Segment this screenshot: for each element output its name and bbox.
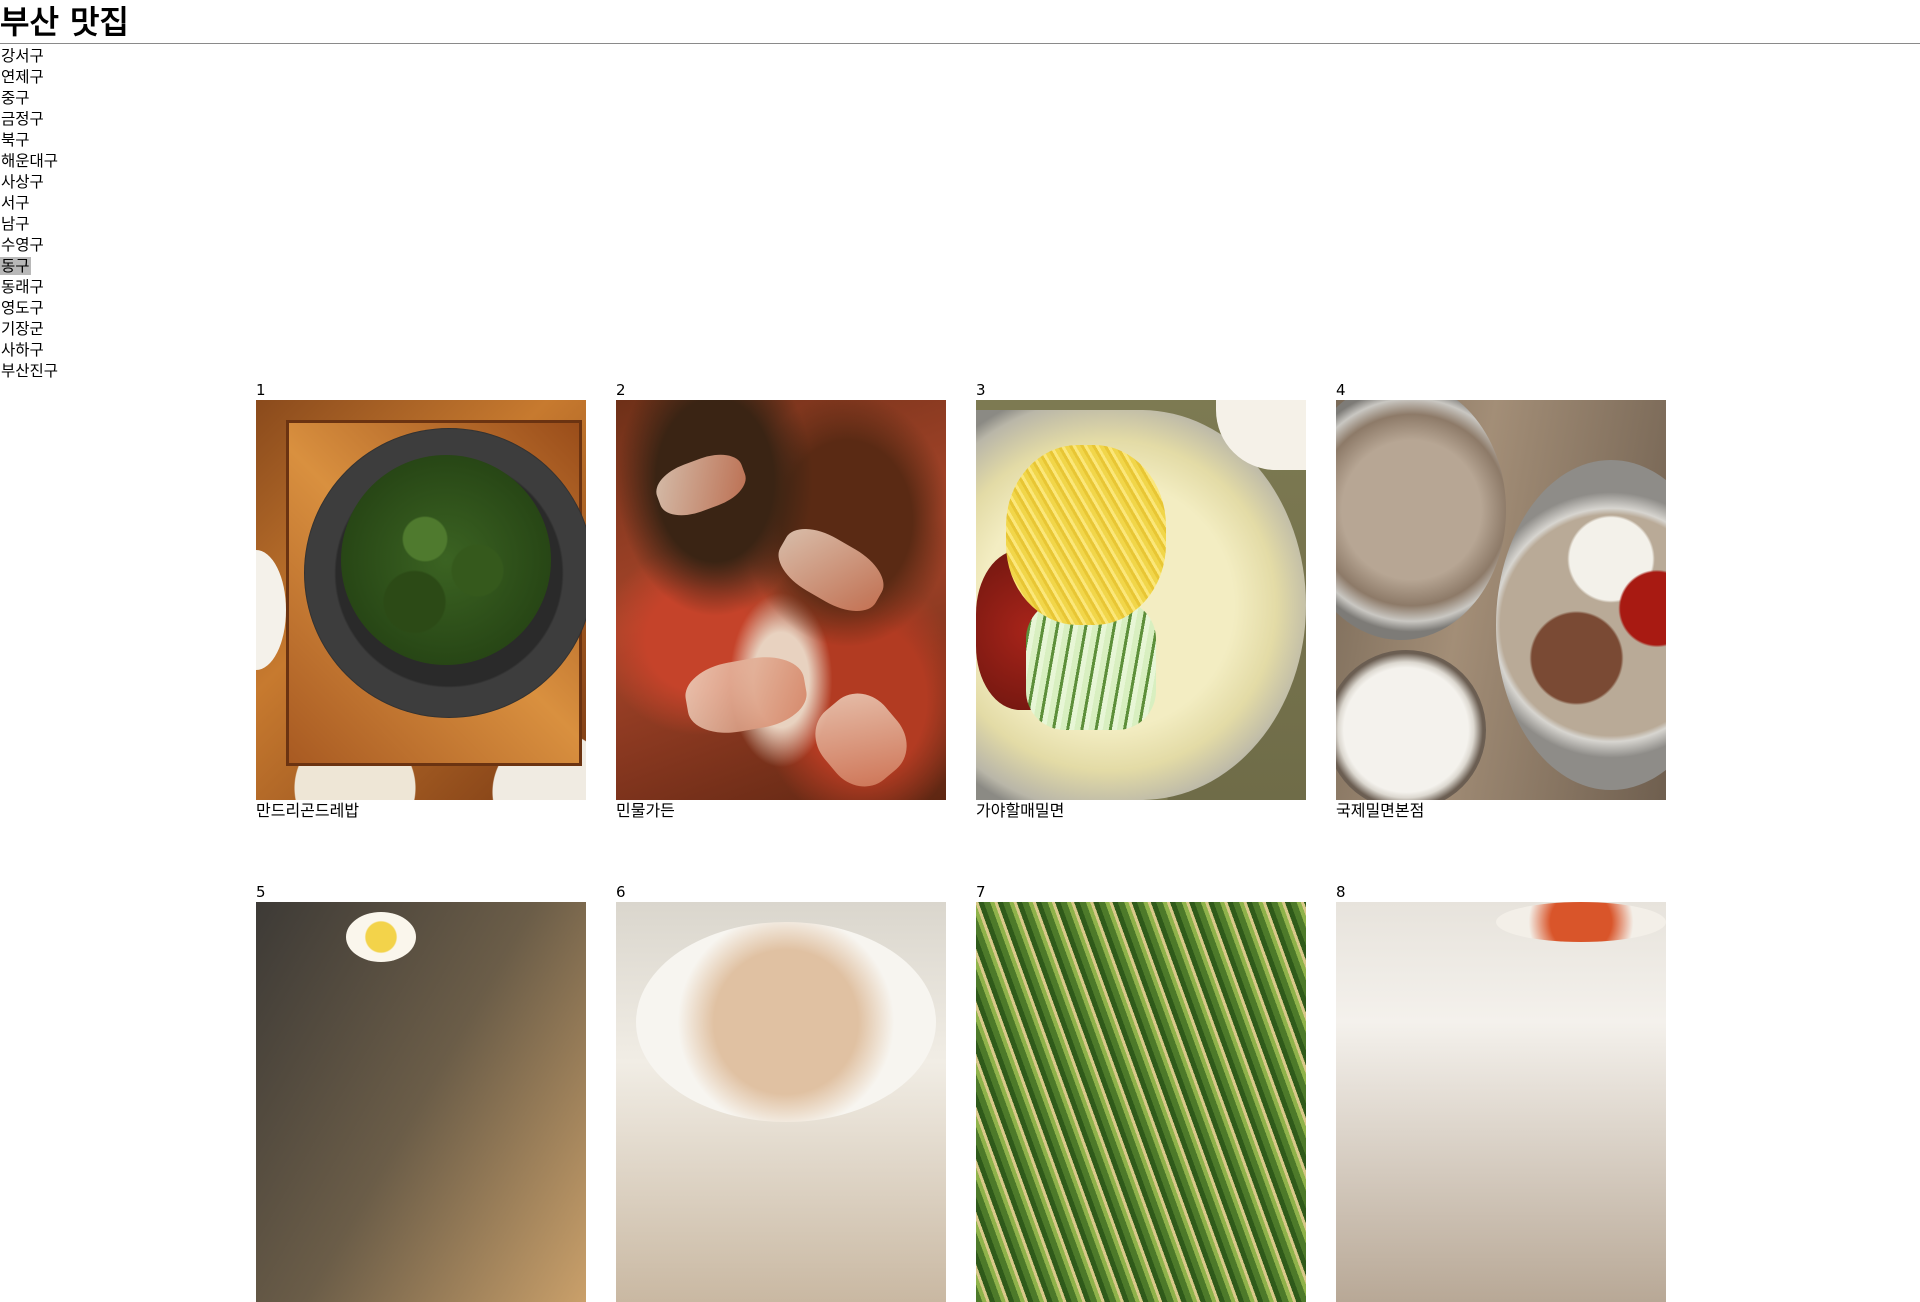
restaurant-card[interactable]: 5 bbox=[256, 882, 586, 1302]
photo-detail bbox=[801, 679, 921, 800]
photo-detail bbox=[1496, 460, 1666, 790]
district-label: 해운대구 bbox=[1, 152, 59, 170]
photo-detail bbox=[650, 446, 752, 524]
photo-detail bbox=[768, 516, 894, 624]
photo-detail bbox=[1336, 650, 1486, 800]
district-item-suyeong[interactable]: 수영구 bbox=[0, 235, 59, 256]
district-label: 남구 bbox=[1, 215, 30, 233]
district-item-nam[interactable]: 남구 bbox=[0, 214, 59, 235]
restaurant-card[interactable]: 6 bbox=[616, 882, 946, 1302]
restaurant-rank: 6 bbox=[616, 883, 626, 901]
restaurant-card[interactable]: 8 bbox=[1336, 882, 1666, 1302]
district-label: 사하구 bbox=[1, 341, 44, 359]
restaurant-photo[interactable] bbox=[256, 400, 586, 800]
district-label: 중구 bbox=[1, 89, 30, 107]
restaurant-photo[interactable] bbox=[1336, 400, 1666, 800]
district-item-geumjeong[interactable]: 금정구 bbox=[0, 109, 59, 130]
district-item-gijang[interactable]: 기장군 bbox=[0, 319, 59, 340]
restaurant-photo[interactable] bbox=[976, 400, 1306, 800]
restaurant-card[interactable]: 7 bbox=[976, 882, 1306, 1302]
restaurant-card[interactable]: 4 국제밀면본점 bbox=[1336, 380, 1666, 822]
restaurant-photo[interactable] bbox=[976, 902, 1306, 1302]
district-label: 서구 bbox=[1, 194, 30, 212]
district-item-buk[interactable]: 북구 bbox=[0, 130, 59, 151]
photo-detail bbox=[1006, 445, 1166, 625]
district-label: 금정구 bbox=[1, 110, 44, 128]
district-list: 강서구 연제구 중구 금정구 북구 해운대구 사상구 서구 남구 수영구 동구 … bbox=[0, 46, 59, 382]
restaurant-name[interactable]: 가야할매밀면 bbox=[976, 800, 1306, 822]
restaurant-rank: 8 bbox=[1336, 883, 1346, 901]
photo-detail bbox=[636, 922, 936, 1122]
photo-detail bbox=[341, 455, 551, 665]
district-item-gangseo[interactable]: 강서구 bbox=[0, 46, 59, 67]
restaurant-card[interactable]: 3 가야할매밀면 bbox=[976, 380, 1306, 822]
district-label: 영도구 bbox=[1, 299, 44, 317]
district-label: 수영구 bbox=[1, 236, 44, 254]
restaurant-rank: 1 bbox=[256, 381, 266, 399]
restaurant-photo[interactable] bbox=[616, 400, 946, 800]
district-label: 기장군 bbox=[1, 320, 44, 338]
page-title: 부산 맛집 bbox=[0, 3, 129, 41]
district-label: 부산진구 bbox=[1, 362, 59, 380]
district-item-dong-selected[interactable]: 동구 bbox=[0, 256, 59, 277]
restaurant-rank: 4 bbox=[1336, 381, 1346, 399]
restaurant-photo[interactable] bbox=[256, 902, 586, 1302]
district-item-jung[interactable]: 중구 bbox=[0, 88, 59, 109]
district-label: 북구 bbox=[1, 131, 30, 149]
district-label: 사상구 bbox=[1, 173, 44, 191]
district-label: 동구 bbox=[0, 257, 31, 275]
restaurant-rank: 2 bbox=[616, 381, 626, 399]
district-label: 강서구 bbox=[1, 47, 44, 65]
restaurant-rank: 3 bbox=[976, 381, 986, 399]
district-item-yeongdo[interactable]: 영도구 bbox=[0, 298, 59, 319]
district-label: 연제구 bbox=[1, 68, 44, 86]
restaurant-rank: 5 bbox=[256, 883, 266, 901]
district-item-yeonje[interactable]: 연제구 bbox=[0, 67, 59, 88]
restaurant-rank: 7 bbox=[976, 883, 986, 901]
district-item-haeundae[interactable]: 해운대구 bbox=[0, 151, 59, 172]
restaurant-card[interactable]: 2 민물가든 bbox=[616, 380, 946, 822]
district-item-busanjin[interactable]: 부산진구 bbox=[0, 361, 59, 382]
district-item-dongnae[interactable]: 동래구 bbox=[0, 277, 59, 298]
restaurant-card[interactable]: 1 만드리곤드레밥 bbox=[256, 380, 586, 822]
restaurant-name[interactable]: 국제밀면본점 bbox=[1336, 800, 1666, 822]
photo-detail bbox=[1496, 902, 1666, 942]
restaurant-name[interactable]: 민물가든 bbox=[616, 800, 946, 822]
photo-detail bbox=[680, 650, 812, 740]
restaurant-photo[interactable] bbox=[616, 902, 946, 1302]
district-item-saha[interactable]: 사하구 bbox=[0, 340, 59, 361]
district-item-sasang[interactable]: 사상구 bbox=[0, 172, 59, 193]
restaurant-photo[interactable] bbox=[1336, 902, 1666, 1302]
district-label: 동래구 bbox=[1, 278, 44, 296]
photo-detail bbox=[256, 550, 286, 670]
title-divider bbox=[0, 43, 1920, 44]
district-item-seo[interactable]: 서구 bbox=[0, 193, 59, 214]
photo-detail bbox=[1336, 400, 1506, 640]
restaurant-name[interactable]: 만드리곤드레밥 bbox=[256, 800, 586, 822]
